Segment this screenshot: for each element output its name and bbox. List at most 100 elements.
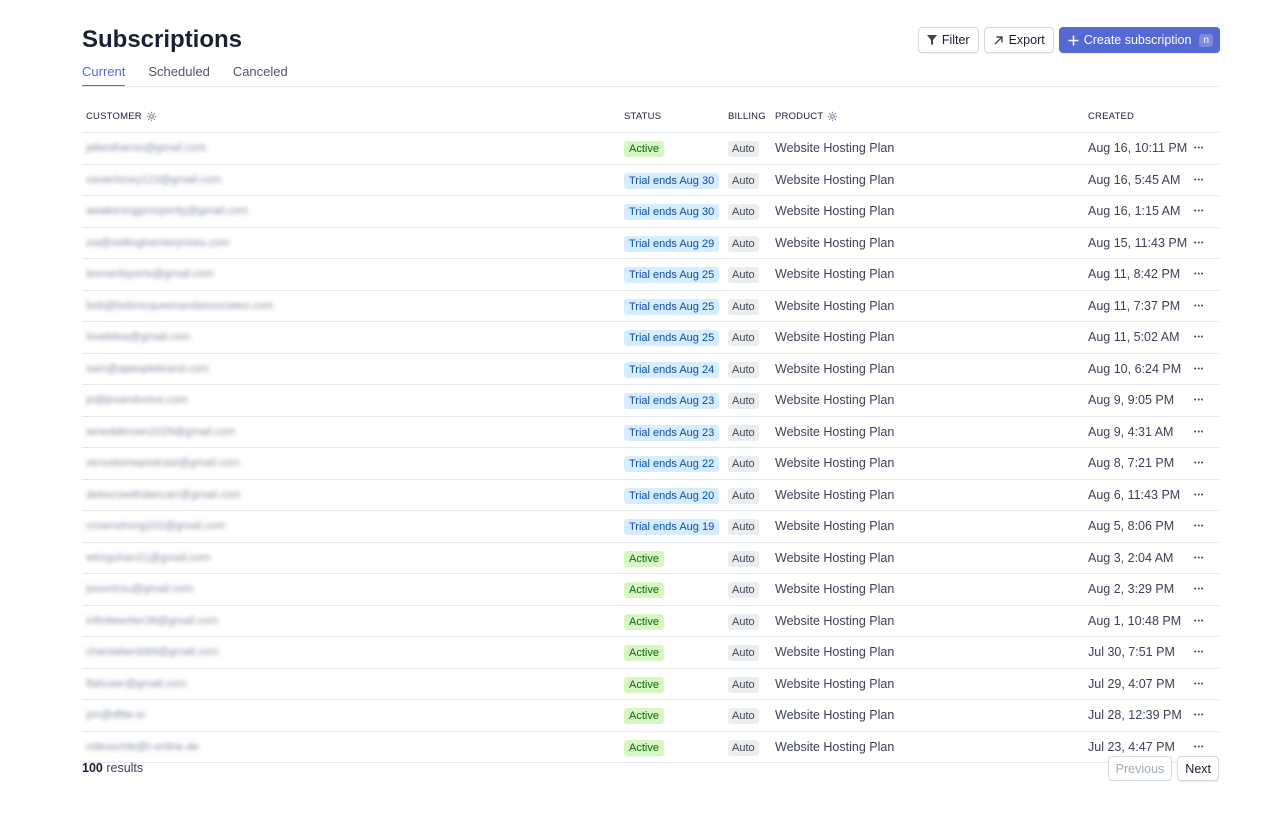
created-date: Aug 9, 4:31 AM bbox=[1088, 424, 1174, 439]
customer-email[interactable]: detourswithdancarr@gmail.com bbox=[86, 489, 241, 501]
product-name[interactable]: Website Hosting Plan bbox=[775, 362, 894, 376]
customer-email[interactable]: zia@sellingtoenterprises.com bbox=[86, 237, 230, 249]
product-name[interactable]: Website Hosting Plan bbox=[775, 614, 894, 628]
customer-email[interactable]: infinitewriter38@gmail.com bbox=[86, 615, 218, 627]
more-actions-icon[interactable]: ••• bbox=[1194, 397, 1204, 404]
more-actions-icon[interactable]: ••• bbox=[1194, 334, 1204, 341]
more-actions-icon[interactable]: ••• bbox=[1194, 618, 1204, 625]
status-badge: Trial ends Aug 30 bbox=[624, 172, 720, 189]
table-row[interactable]: jallenthamio@gmail.com Active Auto Website … bbox=[82, 133, 1219, 165]
more-actions-icon[interactable]: ••• bbox=[1194, 744, 1204, 751]
product-name[interactable]: Website Hosting Plan bbox=[775, 173, 894, 187]
plus-icon bbox=[1068, 35, 1079, 46]
product-name[interactable]: Website Hosting Plan bbox=[775, 330, 894, 344]
table-row[interactable]: xavierloney123@gmail.com Trial ends Aug 3… bbox=[82, 165, 1219, 196]
table-row[interactable]: jon@dftte.io Active Auto Website Hosting Pl… bbox=[82, 700, 1219, 732]
table-row[interactable]: ndeuschle@t-online.de Active Auto Website H… bbox=[82, 732, 1219, 763]
table-row[interactable]: bob@bobmcqueenandassociates.com Trial end… bbox=[82, 291, 1219, 322]
tab-scheduled[interactable]: Scheduled bbox=[148, 64, 209, 87]
customer-email[interactable]: venustomepodcast@gmail.com bbox=[86, 457, 240, 469]
customer-email[interactable]: jo@josandvoice.com bbox=[86, 394, 188, 406]
customer-email[interactable]: jallenthamio@gmail.com bbox=[86, 142, 206, 154]
next-page-button[interactable]: Next bbox=[1177, 756, 1219, 781]
more-actions-icon[interactable]: ••• bbox=[1194, 649, 1204, 656]
table-row[interactable]: infinitewriter38@gmail.com Active Auto Webs… bbox=[82, 606, 1219, 637]
customer-email[interactable]: jooontrou@gmail.com bbox=[86, 583, 193, 595]
export-button[interactable]: Export bbox=[983, 27, 1054, 53]
product-name[interactable]: Website Hosting Plan bbox=[775, 141, 894, 155]
table-row[interactable]: sam@apeoplebrand.com Trial ends Aug 24 Aut… bbox=[82, 354, 1219, 385]
more-actions-icon[interactable]: ••• bbox=[1194, 240, 1204, 247]
customer-email[interactable]: leonardsports@gmail.com bbox=[86, 268, 214, 280]
customer-email[interactable]: sam@apeoplebrand.com bbox=[86, 363, 209, 375]
table-row[interactable]: jo@josandvoice.com Trial ends Aug 23 Auto W… bbox=[82, 385, 1219, 417]
more-actions-icon[interactable]: ••• bbox=[1194, 460, 1204, 467]
gear-icon[interactable] bbox=[146, 111, 157, 122]
created-date: Aug 6, 11:43 PM bbox=[1088, 487, 1181, 502]
product-name[interactable]: Website Hosting Plan bbox=[775, 204, 894, 218]
more-actions-icon[interactable]: ••• bbox=[1194, 303, 1204, 310]
table-row[interactable]: tanedabrown2029@gmail.com Trial ends Aug … bbox=[82, 417, 1219, 448]
customer-email[interactable]: awakeningprosperity@gmail.com bbox=[86, 205, 248, 217]
previous-page-button[interactable]: Previous bbox=[1107, 756, 1173, 781]
more-actions-icon[interactable]: ••• bbox=[1194, 523, 1204, 530]
table-row[interactable]: jooontrou@gmail.com Active Auto Website Hos… bbox=[82, 574, 1219, 606]
gear-icon[interactable] bbox=[827, 111, 838, 122]
customer-email[interactable]: chantallamb69@gmail.com bbox=[86, 646, 219, 658]
table-row[interactable]: flahuser@gmail.com Active Auto Website Host… bbox=[82, 669, 1219, 700]
create-subscription-button[interactable]: Create subscription n bbox=[1058, 27, 1220, 53]
product-name[interactable]: Website Hosting Plan bbox=[775, 393, 894, 407]
product-name[interactable]: Website Hosting Plan bbox=[775, 425, 894, 439]
customer-email[interactable]: wtmgohan21@gmail.com bbox=[86, 552, 210, 564]
product-name[interactable]: Website Hosting Plan bbox=[775, 708, 894, 722]
table-row[interactable]: leonardsports@gmail.com Trial ends Aug 25… bbox=[82, 259, 1219, 291]
product-name[interactable]: Website Hosting Plan bbox=[775, 299, 894, 313]
more-actions-icon[interactable]: ••• bbox=[1194, 429, 1204, 436]
status-badge: Trial ends Aug 25 bbox=[624, 298, 720, 315]
table-row[interactable]: lovebitsa@gmail.com Trial ends Aug 25 Auto… bbox=[82, 322, 1219, 354]
table-row[interactable]: zia@sellingtoenterprises.com Trial ends A… bbox=[82, 228, 1219, 259]
status-badge: Active bbox=[624, 141, 664, 157]
more-actions-icon[interactable]: ••• bbox=[1194, 712, 1204, 719]
customer-email[interactable]: tanedabrown2029@gmail.com bbox=[86, 426, 235, 438]
tab-divider bbox=[82, 86, 1219, 87]
table-row[interactable]: crownstrong202@gmail.com Trial ends Aug 1… bbox=[82, 511, 1219, 543]
table-row[interactable]: wtmgohan21@gmail.com Active Auto Website Ho… bbox=[82, 543, 1219, 574]
table-row[interactable]: detourswithdancarr@gmail.com Trial ends A… bbox=[82, 480, 1219, 511]
customer-email[interactable]: crownstrong202@gmail.com bbox=[86, 520, 226, 532]
product-name[interactable]: Website Hosting Plan bbox=[775, 551, 894, 565]
more-actions-icon[interactable]: ••• bbox=[1194, 586, 1204, 593]
product-name[interactable]: Website Hosting Plan bbox=[775, 740, 894, 754]
product-name[interactable]: Website Hosting Plan bbox=[775, 519, 894, 533]
billing-badge: Auto bbox=[728, 739, 759, 756]
product-name[interactable]: Website Hosting Plan bbox=[775, 488, 894, 502]
more-actions-icon[interactable]: ••• bbox=[1194, 208, 1204, 215]
table-row[interactable]: chantallamb69@gmail.com Active Auto Website… bbox=[82, 637, 1219, 669]
customer-email[interactable]: jon@dftte.io bbox=[86, 709, 145, 721]
customer-email[interactable]: bob@bobmcqueenandassociates.com bbox=[86, 300, 273, 312]
more-actions-icon[interactable]: ••• bbox=[1194, 271, 1204, 278]
billing-badge: Auto bbox=[728, 424, 759, 441]
product-name[interactable]: Website Hosting Plan bbox=[775, 236, 894, 250]
more-actions-icon[interactable]: ••• bbox=[1194, 366, 1204, 373]
more-actions-icon[interactable]: ••• bbox=[1194, 555, 1204, 562]
table-row[interactable]: venustomepodcast@gmail.com Trial ends Aug… bbox=[82, 448, 1219, 480]
product-name[interactable]: Website Hosting Plan bbox=[775, 582, 894, 596]
customer-email[interactable]: ndeuschle@t-online.de bbox=[86, 741, 199, 753]
tab-current[interactable]: Current bbox=[82, 64, 126, 87]
product-name[interactable]: Website Hosting Plan bbox=[775, 267, 894, 281]
subscriptions-table: CUSTOMER STATUS BILLING PRODUCT CREATED … bbox=[82, 102, 1219, 763]
more-actions-icon[interactable]: ••• bbox=[1194, 145, 1204, 152]
more-actions-icon[interactable]: ••• bbox=[1194, 177, 1204, 184]
product-name[interactable]: Website Hosting Plan bbox=[775, 456, 894, 470]
customer-email[interactable]: xavierloney123@gmail.com bbox=[86, 174, 221, 186]
customer-email[interactable]: lovebitsa@gmail.com bbox=[86, 331, 191, 343]
product-name[interactable]: Website Hosting Plan bbox=[775, 645, 894, 659]
more-actions-icon[interactable]: ••• bbox=[1194, 681, 1204, 688]
tab-canceled[interactable]: Canceled bbox=[233, 64, 288, 87]
filter-button[interactable]: Filter bbox=[917, 27, 979, 53]
table-row[interactable]: awakeningprosperity@gmail.com Trial ends … bbox=[82, 196, 1219, 228]
customer-email[interactable]: flahuser@gmail.com bbox=[86, 678, 186, 690]
more-actions-icon[interactable]: ••• bbox=[1194, 492, 1204, 499]
product-name[interactable]: Website Hosting Plan bbox=[775, 677, 894, 691]
